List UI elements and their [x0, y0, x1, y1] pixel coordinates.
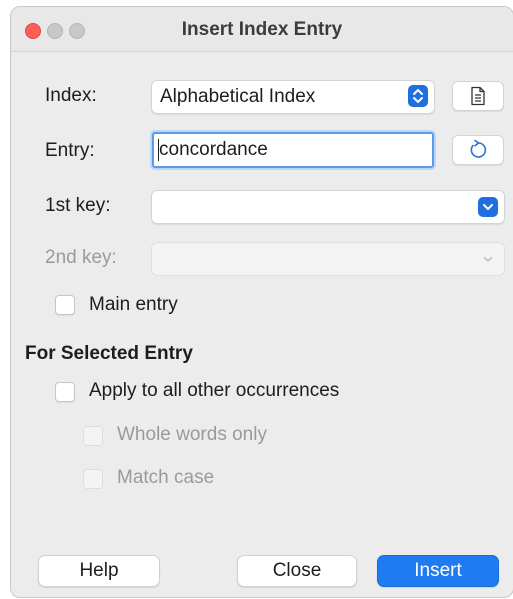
first-key-combobox[interactable]	[151, 190, 505, 224]
apply-all-occurrences-checkbox[interactable]	[55, 382, 75, 402]
update-entry-button[interactable]	[452, 135, 504, 165]
refresh-icon	[467, 139, 489, 166]
index-select[interactable]: Alphabetical Index	[151, 80, 435, 114]
up-down-stepper-icon	[408, 85, 428, 107]
main-entry-label: Main entry	[89, 294, 178, 315]
second-key-label: 2nd key:	[45, 247, 117, 268]
whole-words-only-label: Whole words only	[117, 424, 267, 445]
help-button[interactable]: Help	[38, 555, 160, 587]
match-case-label: Match case	[117, 467, 215, 488]
apply-all-occurrences-label: Apply to all other occurrences	[89, 380, 340, 401]
window-title: Insert Index Entry	[181, 19, 343, 40]
main-entry-checkbox[interactable]	[55, 295, 75, 315]
entry-input-value: concordance	[159, 139, 268, 160]
entry-input[interactable]: concordance	[152, 132, 434, 168]
whole-words-only-checkbox	[83, 426, 103, 446]
match-case-checkbox	[83, 469, 103, 489]
second-key-combobox	[151, 242, 505, 276]
insert-index-entry-dialog: Insert Index Entry Index: Alphabetical I…	[10, 6, 513, 598]
first-key-label: 1st key:	[45, 195, 111, 216]
new-index-button[interactable]	[452, 81, 504, 111]
insert-button[interactable]: Insert	[377, 555, 499, 587]
chevron-down-icon	[478, 197, 498, 217]
for-selected-entry-heading: For Selected Entry	[25, 343, 193, 364]
close-button[interactable]: Close	[237, 555, 357, 587]
chevron-down-icon	[478, 249, 498, 269]
document-icon	[469, 86, 487, 111]
index-label: Index:	[45, 85, 97, 106]
title-bar: Insert Index Entry	[11, 7, 513, 52]
entry-label: Entry:	[45, 140, 95, 161]
index-select-value: Alphabetical Index	[160, 86, 316, 107]
